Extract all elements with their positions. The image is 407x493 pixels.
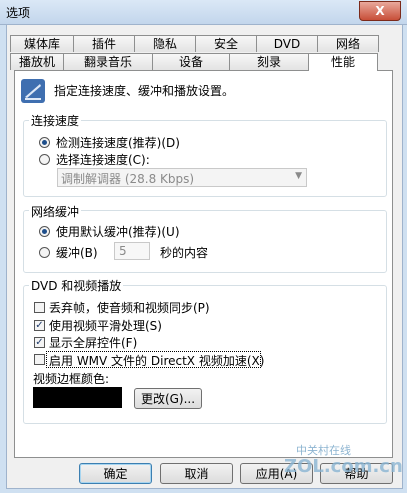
tab-security[interactable]: 安全: [195, 35, 257, 52]
detect-speed-radio[interactable]: [39, 137, 50, 148]
choose-speed-label: 选择连接速度(C):: [56, 153, 150, 167]
tab-dvd[interactable]: DVD: [256, 35, 318, 52]
watermark-url: ZOL.com.cn: [284, 456, 403, 477]
directx-acceleration-checkbox[interactable]: [34, 354, 45, 365]
network-buffer-title: 网络缓冲: [29, 203, 82, 220]
smoothing-label: 使用视频平滑处理(S): [49, 319, 162, 333]
title-bar: 选项 X: [0, 0, 407, 25]
ok-button[interactable]: 确定: [79, 463, 152, 484]
smoothing-checkbox[interactable]: ✓: [34, 320, 45, 331]
change-color-button[interactable]: 更改(G)...: [134, 388, 202, 409]
connection-speed-title: 连接速度: [29, 112, 82, 129]
speed-dropdown[interactable]: 调制解调器 (28.8 Kbps) ▼: [57, 168, 307, 187]
buffer-seconds-value: 5: [119, 244, 127, 258]
choose-speed-radio[interactable]: [39, 154, 50, 165]
tab-privacy[interactable]: 隐私: [134, 35, 196, 52]
custom-buffer-label: 缓冲(B): [56, 246, 98, 260]
chevron-down-icon: ▼: [295, 171, 302, 181]
header-description: 指定连接速度、缓冲和播放设置。: [54, 84, 235, 98]
tab-library[interactable]: 媒体库: [10, 35, 74, 52]
border-color-swatch: [33, 387, 122, 408]
seconds-label: 秒的内容: [160, 246, 209, 260]
tab-network[interactable]: 网络: [317, 35, 379, 52]
fullscreen-controls-checkbox[interactable]: ✓: [34, 337, 45, 348]
fullscreen-controls-label: 显示全屏控件(F): [49, 336, 138, 350]
tab-rip-music[interactable]: 翻录音乐: [63, 53, 153, 70]
detect-speed-label: 检测连接速度(推荐)(D): [56, 136, 180, 150]
tab-burn[interactable]: 刻录: [229, 53, 309, 70]
border-color-label: 视频边框颜色:: [33, 372, 110, 386]
cancel-button[interactable]: 取消: [160, 463, 233, 484]
directx-acceleration-label: 启用 WMV 文件的 DirectX 视频加速(X): [49, 354, 265, 368]
dvd-video-title: DVD 和视频播放: [29, 277, 124, 294]
tab-row-top: 媒体库 插件 隐私 安全 DVD 网络: [10, 35, 379, 52]
window-title: 选项: [6, 6, 31, 20]
speed-dropdown-value: 调制解调器 (28.8 Kbps): [61, 172, 195, 186]
tab-devices[interactable]: 设备: [152, 53, 230, 70]
drop-frames-label: 丢弃帧，使音频和视频同步(P): [49, 301, 210, 315]
drop-frames-checkbox[interactable]: [34, 302, 45, 313]
tab-player[interactable]: 播放机: [10, 53, 64, 70]
tab-plugins[interactable]: 插件: [73, 35, 135, 52]
close-button[interactable]: X: [359, 1, 401, 21]
default-buffer-label: 使用默认缓冲(推荐)(U): [56, 225, 180, 239]
performance-icon: [21, 79, 45, 103]
custom-buffer-radio[interactable]: [39, 247, 50, 258]
tab-row-bottom: 播放机 翻录音乐 设备 刻录 性能: [10, 53, 378, 71]
default-buffer-radio[interactable]: [39, 226, 50, 237]
buffer-seconds-input[interactable]: 5: [114, 242, 150, 260]
tab-performance[interactable]: 性能: [308, 53, 378, 71]
